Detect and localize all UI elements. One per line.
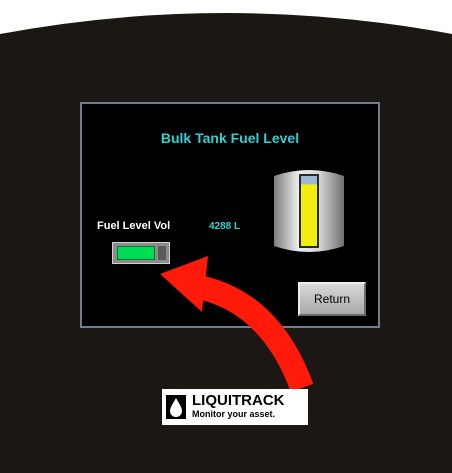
pointer-arrow-icon [160,256,314,393]
fuel-level-value: 4288 L [209,221,241,232]
brand-tagline: Monitor your asset. [192,409,276,419]
screen-title: Bulk Tank Fuel Level [160,130,300,146]
device-enclosure: Bulk Tank Fuel Level Fuel Level Vol 4288… [0,0,452,473]
fuel-level-label: Fuel Level Vol [97,220,171,232]
brand-name: LIQUITRACK [192,392,285,409]
tank-graphic [274,170,344,252]
brand-logo: LIQUITRACK Monitor your asset. [162,389,308,425]
tank-fuel-level [301,184,317,246]
fuel-drop-icon [166,395,186,419]
